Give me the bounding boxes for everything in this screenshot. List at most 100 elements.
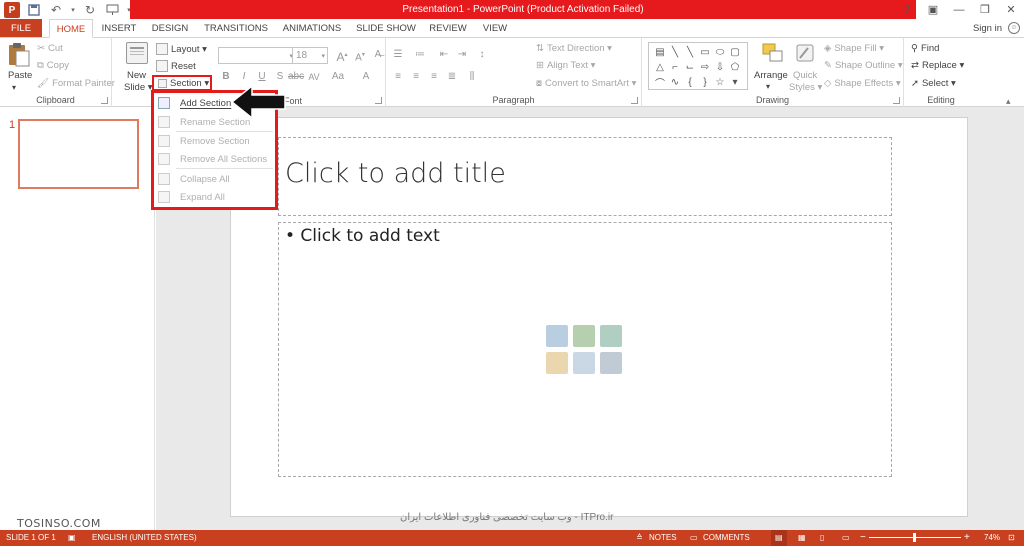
tab-file[interactable]: FILE bbox=[0, 19, 42, 38]
shape-textbox-icon[interactable]: ▤ bbox=[653, 45, 667, 59]
insert-online-picture-icon[interactable] bbox=[573, 352, 595, 374]
align-text-button[interactable]: ⊞ Align Text ▾ bbox=[536, 60, 595, 71]
menu-item-collapse-all[interactable]: Collapse All bbox=[154, 170, 275, 188]
quick-styles-icon[interactable] bbox=[794, 42, 816, 66]
comments-button[interactable]: COMMENTS bbox=[703, 530, 750, 546]
select-button[interactable]: ➚ Select ▾ bbox=[911, 78, 956, 89]
shape-fill-button[interactable]: ◈ Shape Fill ▾ bbox=[824, 43, 884, 54]
restore-icon[interactable]: ❐ bbox=[972, 0, 998, 19]
find-button[interactable]: ⚲ Find bbox=[911, 43, 939, 54]
menu-item-remove-all-sections[interactable]: Remove All Sections bbox=[154, 150, 275, 168]
new-slide-dropdown[interactable]: Slide ▾ bbox=[124, 82, 153, 93]
font-name-combo[interactable]: ▾ bbox=[218, 47, 296, 64]
zoom-level[interactable]: 74% bbox=[984, 530, 1000, 546]
normal-view-icon[interactable]: ▤ bbox=[771, 530, 787, 546]
format-painter-button[interactable]: 🖌 Format Painter bbox=[37, 78, 115, 89]
convert-smartart-button[interactable]: ⧇ Convert to SmartArt ▾ bbox=[536, 78, 636, 89]
quick-styles-button[interactable]: Quick bbox=[793, 70, 817, 81]
section-button[interactable]: Section ▾ bbox=[152, 75, 212, 91]
paragraph-launcher-icon[interactable] bbox=[631, 97, 638, 104]
char-spacing-icon[interactable]: AV bbox=[306, 69, 322, 85]
align-center-icon[interactable]: ≡ bbox=[408, 69, 424, 85]
reading-view-icon[interactable]: ▯ bbox=[820, 530, 824, 546]
paste-icon[interactable] bbox=[7, 42, 31, 68]
shape-connector-icon[interactable]: ⌐ bbox=[668, 60, 682, 74]
quick-styles-dropdown[interactable]: Styles ▾ bbox=[789, 82, 822, 93]
slideshow-view-icon[interactable]: ▭ bbox=[842, 530, 850, 546]
insert-picture-icon[interactable] bbox=[546, 352, 568, 374]
clipboard-launcher-icon[interactable] bbox=[101, 97, 108, 104]
layout-button[interactable]: Layout ▾ bbox=[156, 43, 207, 55]
shape-oval-icon[interactable]: ⬭ bbox=[713, 45, 727, 59]
save-icon[interactable] bbox=[26, 2, 42, 18]
insert-video-icon[interactable] bbox=[600, 352, 622, 374]
arrange-icon[interactable] bbox=[760, 42, 786, 66]
shape-line-icon[interactable]: ╲ bbox=[683, 45, 697, 59]
shape-brace-icon[interactable]: { bbox=[683, 75, 697, 89]
shape-flowchart-icon[interactable]: ⬠ bbox=[728, 60, 742, 74]
replace-button[interactable]: ⇄ Replace ▾ bbox=[911, 60, 964, 71]
zoom-in-button[interactable]: + bbox=[964, 530, 970, 546]
align-right-icon[interactable]: ≡ bbox=[426, 69, 442, 85]
font-color-icon[interactable]: A bbox=[358, 69, 374, 85]
ribbon-display-options-icon[interactable]: ▣ bbox=[920, 0, 946, 19]
language-indicator[interactable]: ENGLISH (UNITED STATES) bbox=[92, 530, 197, 546]
arrange-dropdown-icon[interactable]: ▾ bbox=[766, 82, 770, 91]
zoom-out-button[interactable]: − bbox=[860, 530, 866, 546]
shape-outline-button[interactable]: ✎ Shape Outline ▾ bbox=[824, 60, 903, 71]
change-case-icon[interactable]: Aa bbox=[330, 69, 346, 85]
menu-item-expand-all[interactable]: Expand All bbox=[154, 188, 275, 206]
shape-more-icon[interactable]: ▾ bbox=[728, 75, 742, 89]
paste-button[interactable]: Paste bbox=[8, 70, 32, 81]
tab-animations[interactable]: ANIMATIONS bbox=[279, 19, 345, 38]
bullets-icon[interactable]: ☰ bbox=[390, 47, 406, 63]
grow-font-icon[interactable]: A▴ bbox=[334, 47, 350, 64]
tab-design[interactable]: DESIGN bbox=[148, 19, 192, 38]
decrease-indent-icon[interactable]: ⇤ bbox=[436, 47, 452, 63]
tab-review[interactable]: REVIEW bbox=[426, 19, 470, 38]
undo-dropdown-icon[interactable]: ▾ bbox=[70, 2, 76, 18]
line-spacing-icon[interactable]: ↕ bbox=[474, 47, 490, 63]
drawing-launcher-icon[interactable] bbox=[893, 97, 900, 104]
close-icon[interactable]: ✕ bbox=[998, 0, 1024, 19]
shape-curve-icon[interactable]: ⌒ bbox=[653, 75, 667, 90]
columns-icon[interactable]: ⫼ bbox=[464, 69, 480, 85]
tab-home[interactable]: HOME bbox=[49, 19, 93, 38]
reset-button[interactable]: Reset bbox=[156, 60, 196, 72]
slide-thumbnail[interactable] bbox=[18, 119, 139, 189]
insert-chart-icon[interactable] bbox=[573, 325, 595, 347]
shape-connector-icon[interactable]: ⌙ bbox=[683, 60, 697, 74]
minimize-icon[interactable]: — bbox=[946, 0, 972, 19]
spelling-icon[interactable]: ▣ bbox=[68, 530, 76, 546]
notes-button[interactable]: NOTES bbox=[649, 530, 677, 546]
feedback-smiley-icon[interactable]: ☺ bbox=[1008, 22, 1020, 34]
justify-icon[interactable]: ≣ bbox=[444, 69, 460, 85]
paste-dropdown-icon[interactable]: ▾ bbox=[12, 83, 16, 92]
shape-star-icon[interactable]: ☆ bbox=[713, 75, 727, 89]
arrange-button[interactable]: Arrange bbox=[754, 70, 788, 81]
redo-icon[interactable]: ↻ bbox=[82, 2, 98, 18]
tab-insert[interactable]: INSERT bbox=[97, 19, 141, 38]
help-icon[interactable]: ? bbox=[894, 0, 920, 19]
shape-brace-icon[interactable]: } bbox=[698, 75, 712, 89]
shape-triangle-icon[interactable]: △ bbox=[653, 60, 667, 74]
increase-indent-icon[interactable]: ⇥ bbox=[454, 47, 470, 63]
undo-icon[interactable]: ↶ bbox=[48, 2, 64, 18]
font-size-combo[interactable]: 18 ▾ bbox=[292, 47, 328, 64]
slide-sorter-icon[interactable]: ▦ bbox=[798, 530, 806, 546]
numbering-icon[interactable]: ≔ bbox=[412, 47, 428, 63]
strikethrough-icon[interactable]: abc bbox=[288, 69, 304, 85]
align-left-icon[interactable]: ≡ bbox=[390, 69, 406, 85]
tab-transitions[interactable]: TRANSITIONS bbox=[201, 19, 271, 38]
menu-item-remove-section[interactable]: Remove Section bbox=[154, 132, 275, 150]
shape-rounded-rect-icon[interactable]: ▢ bbox=[728, 45, 742, 59]
clear-formatting-icon[interactable]: A̶ bbox=[370, 47, 386, 63]
text-direction-button[interactable]: ⇅ Text Direction ▾ bbox=[536, 43, 612, 54]
font-launcher-icon[interactable] bbox=[375, 97, 382, 104]
shape-rectangle-icon[interactable]: ▭ bbox=[698, 45, 712, 59]
tab-slide-show[interactable]: SLIDE SHOW bbox=[355, 19, 417, 38]
shape-effects-button[interactable]: ◇ Shape Effects ▾ bbox=[824, 78, 901, 89]
sign-in-link[interactable]: Sign in bbox=[973, 19, 1002, 38]
title-placeholder[interactable]: Click to add title bbox=[278, 137, 892, 216]
zoom-slider-thumb[interactable] bbox=[913, 533, 916, 542]
